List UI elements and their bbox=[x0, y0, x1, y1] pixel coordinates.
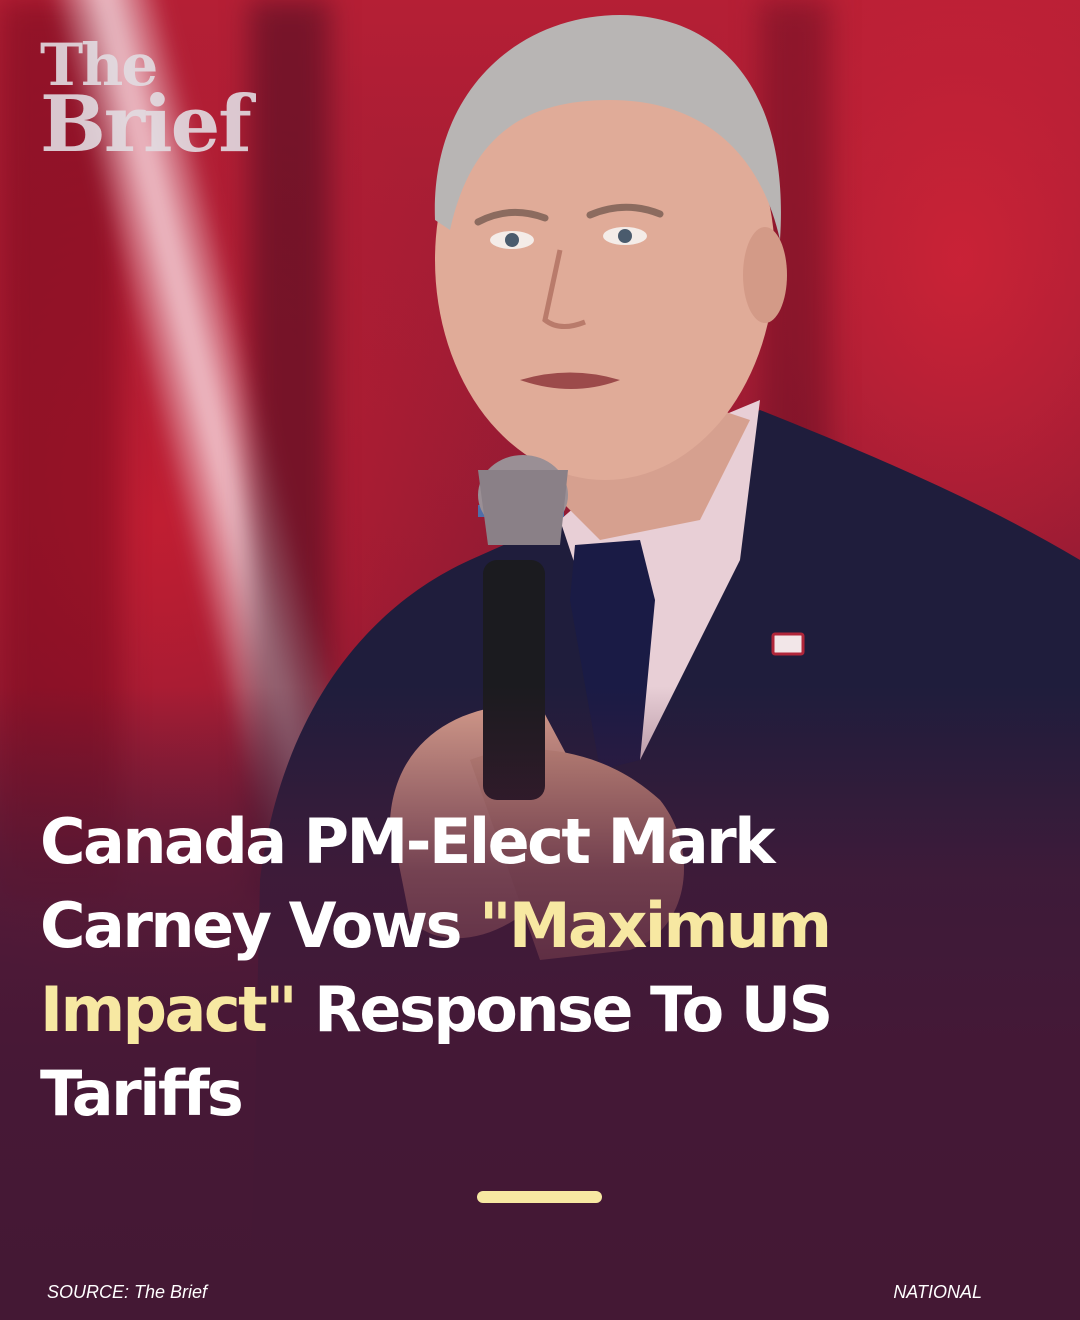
logo-line-2: Brief bbox=[40, 79, 252, 171]
source-label: SOURCE: The Brief bbox=[47, 1282, 208, 1302]
news-card: The Brief Canada PM-Elect Mark Carney Vo… bbox=[0, 0, 1080, 1320]
brand-logo: The Brief bbox=[40, 36, 252, 171]
category-label: NATIONAL bbox=[893, 1282, 982, 1302]
headline: Canada PM-Elect Mark Carney Vows "Maximu… bbox=[40, 800, 840, 1136]
accent-bar bbox=[477, 1191, 602, 1203]
footer: SOURCE: The Brief NATIONAL bbox=[47, 1282, 982, 1304]
